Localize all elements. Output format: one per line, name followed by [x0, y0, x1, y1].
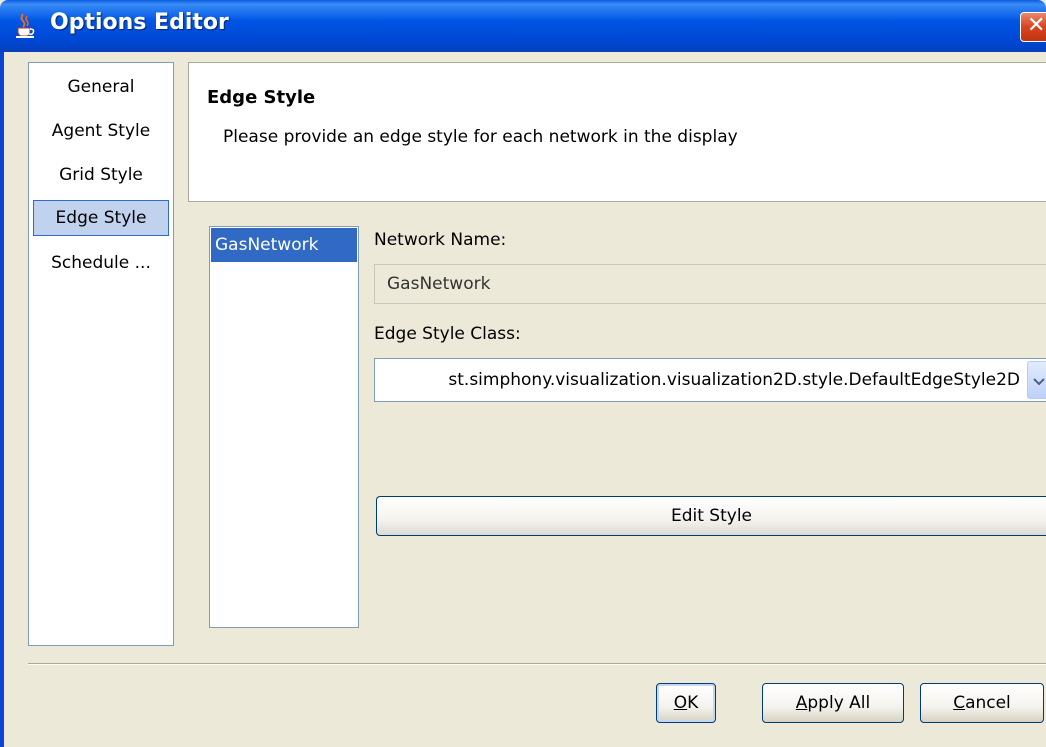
apply-mnemonic: A	[795, 693, 808, 713]
edge-style-class-label: Edge Style Class:	[374, 324, 521, 344]
cancel-button[interactable]: Cancel	[920, 683, 1044, 723]
java-cup-icon	[16, 13, 35, 38]
apply-all-button[interactable]: Apply All	[762, 683, 904, 723]
cancel-label-rest: ancel	[965, 693, 1011, 713]
edge-style-class-select[interactable]: st.simphony.visualization.visualization2…	[374, 358, 1046, 402]
divider-highlight	[28, 664, 1046, 665]
edge-style-class-value: st.simphony.visualization.visualization2…	[448, 370, 1020, 390]
nav-item-grid-style[interactable]: Grid Style	[33, 157, 169, 193]
nav-item-agent-style[interactable]: Agent Style	[33, 113, 169, 149]
close-button[interactable]: ✕	[1020, 12, 1046, 42]
options-category-list: General Agent Style Grid Style Edge Styl…	[28, 62, 174, 646]
nav-item-general[interactable]: General	[33, 69, 169, 105]
window-frame-left	[0, 52, 4, 747]
title-bar: Options Editor ✕	[0, 0, 1046, 52]
network-name-field: GasNetwork	[374, 264, 1046, 304]
dropdown-arrow-button[interactable]	[1027, 361, 1046, 399]
apply-label-rest: pply All	[807, 693, 871, 713]
chevron-down-icon	[1033, 378, 1045, 386]
window-title: Options Editor	[50, 10, 229, 35]
page-header: Edge Style Please provide an edge style …	[188, 62, 1046, 202]
network-name-label: Network Name:	[374, 230, 507, 250]
nav-item-schedule[interactable]: Schedule ...	[33, 245, 169, 281]
page-title: Edge Style	[207, 87, 316, 108]
nav-item-edge-style[interactable]: Edge Style	[33, 200, 169, 236]
ok-button[interactable]: OK	[656, 683, 716, 723]
network-list-item[interactable]: GasNetwork	[211, 228, 357, 262]
close-icon: ✕	[1027, 13, 1046, 38]
edit-style-button[interactable]: Edit Style	[376, 496, 1046, 536]
cancel-mnemonic: C	[953, 693, 966, 713]
ok-mnemonic: O	[673, 693, 688, 713]
network-list: GasNetwork	[209, 226, 359, 628]
ok-label-rest: K	[687, 693, 699, 713]
page-description: Please provide an edge style for each ne…	[223, 127, 738, 147]
